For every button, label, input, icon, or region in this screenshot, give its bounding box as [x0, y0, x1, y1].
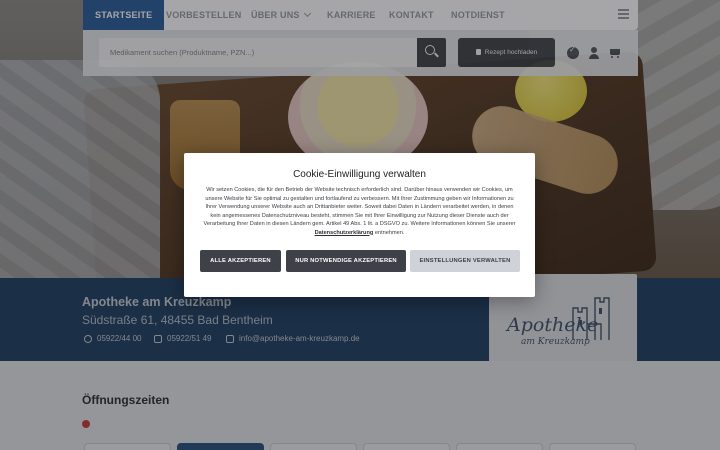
cookie-text-body: Wir setzen Cookies, die für den Betrieb …: [203, 187, 516, 227]
cookie-text-end: entnehmen.: [374, 229, 405, 236]
privacy-policy-link[interactable]: Datenschutzerklärung: [315, 230, 374, 236]
cookie-consent-dialog: Cookie-Einwilligung verwalten Wir setzen…: [184, 153, 535, 297]
cookie-dialog-title: Cookie-Einwilligung verwalten: [293, 169, 426, 180]
accept-all-button[interactable]: ALLE AKZEPTIEREN: [200, 250, 281, 272]
manage-settings-button[interactable]: EINSTELLUNGEN VERWALTEN: [410, 250, 520, 272]
accept-necessary-button[interactable]: NUR NOTWENDIGE AKZEPTIEREN: [286, 250, 406, 272]
cookie-dialog-text: Wir setzen Cookies, die für den Betrieb …: [200, 186, 519, 237]
